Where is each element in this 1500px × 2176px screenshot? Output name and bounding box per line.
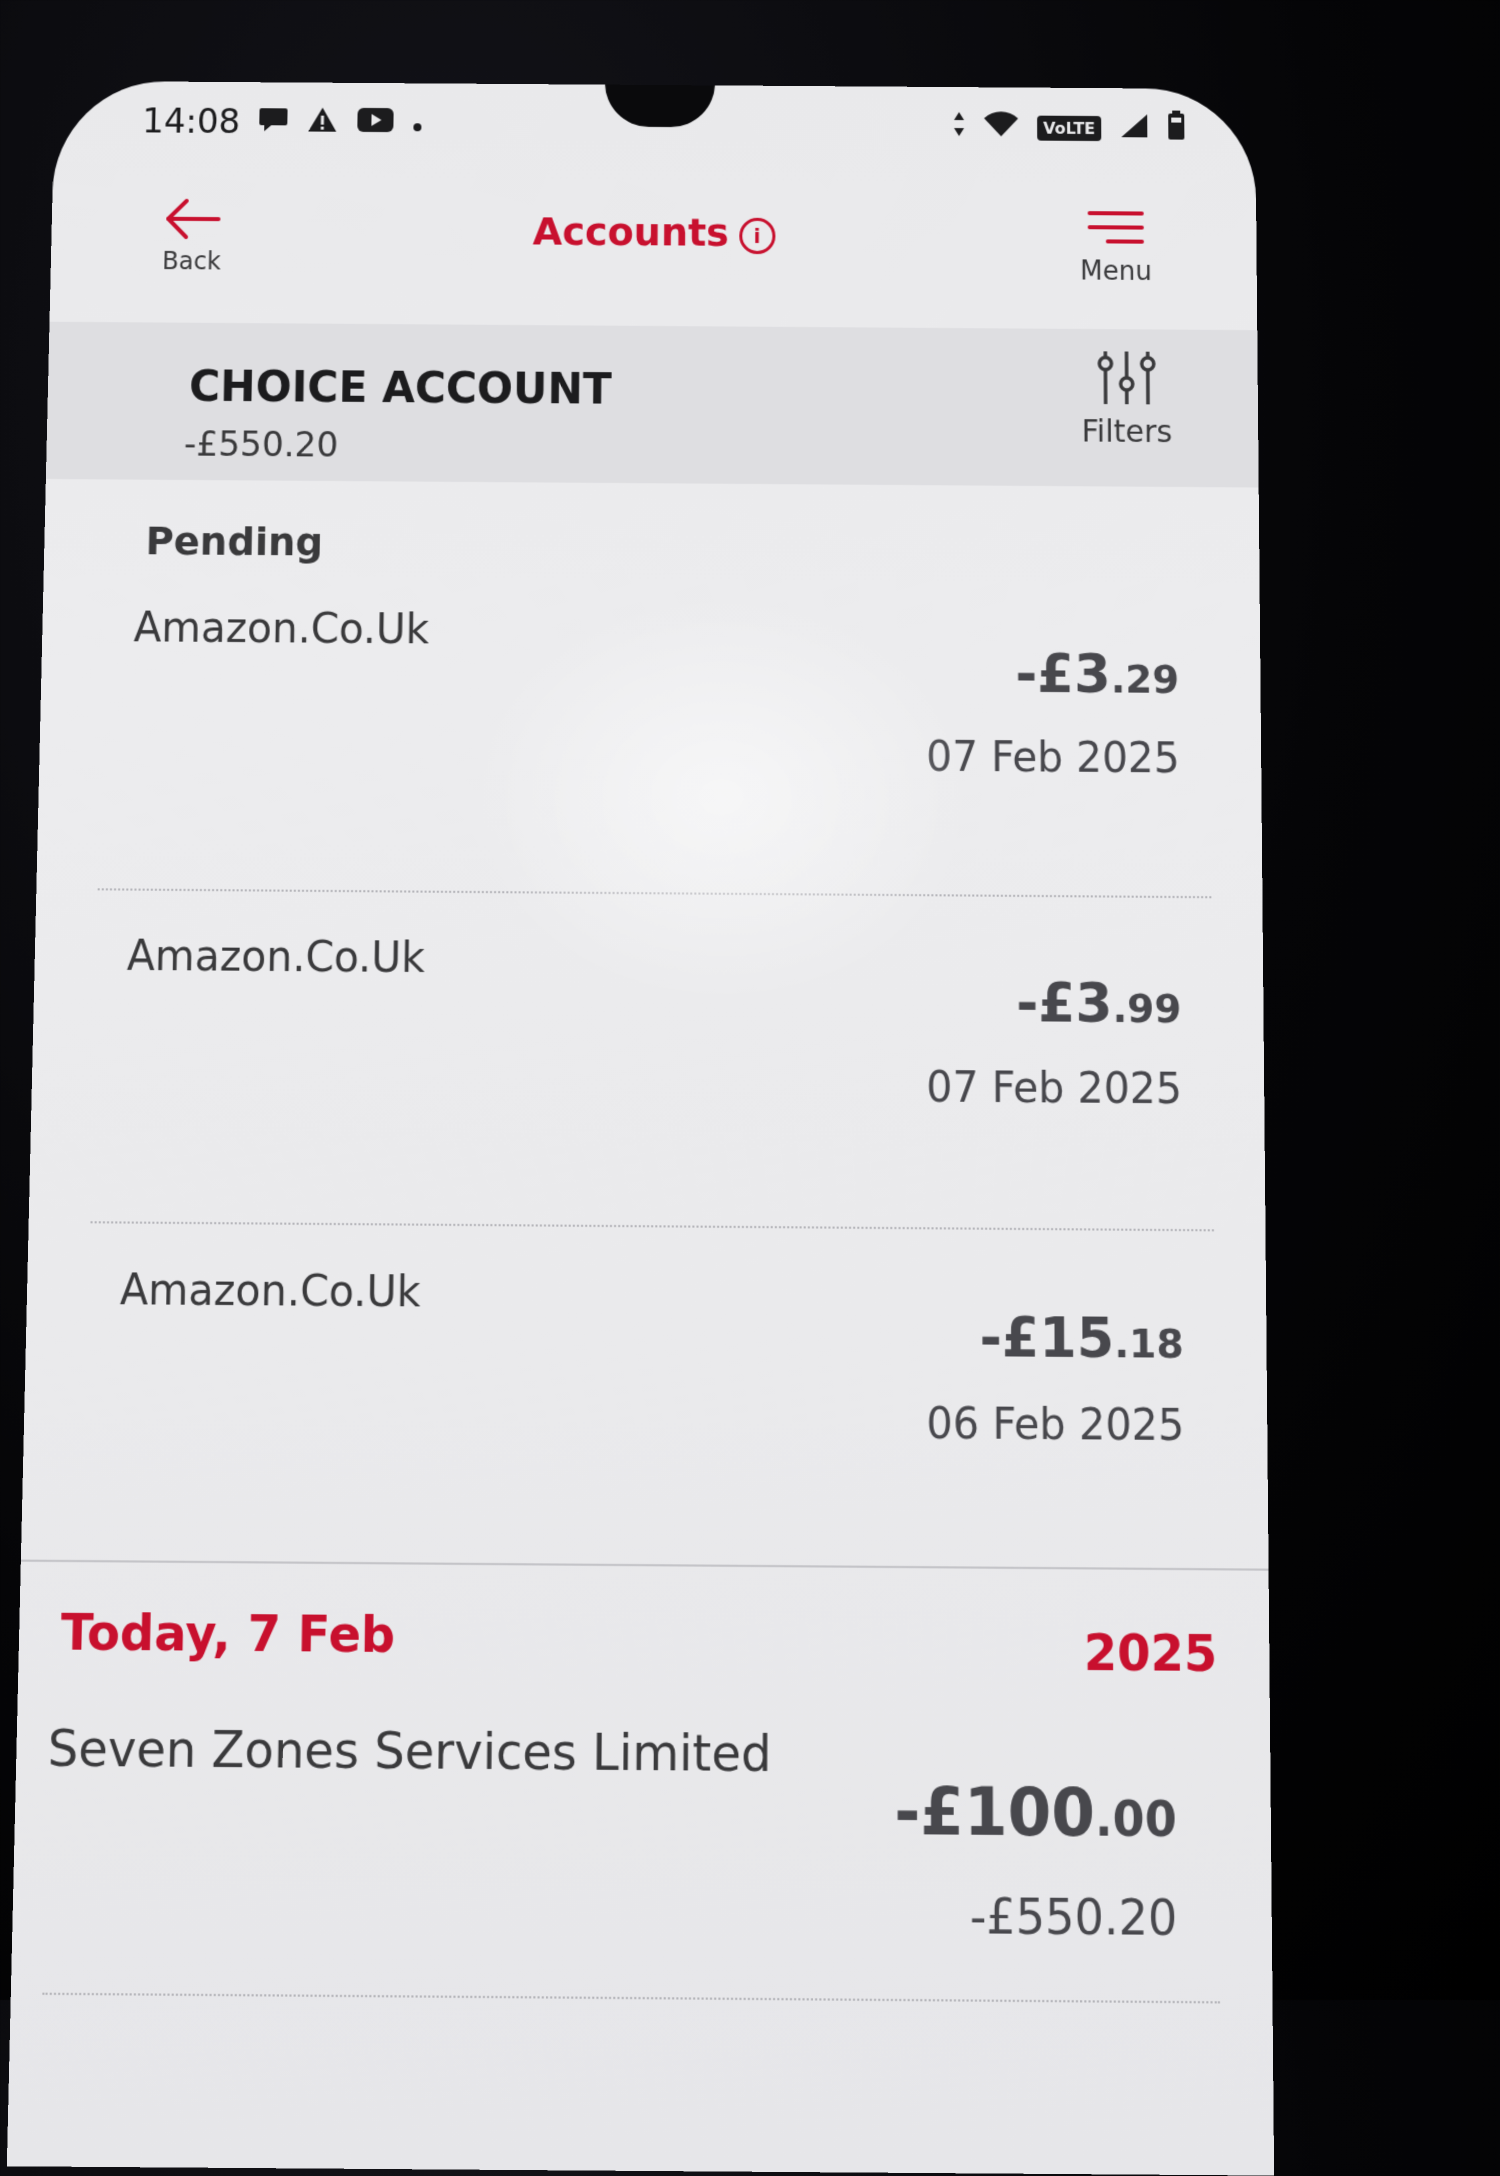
- phone-frame: 14:08 VoLTE Back Accounts i Menu CHOICE …: [7, 81, 1274, 2176]
- filters-button[interactable]: Filters: [1061, 349, 1193, 450]
- amount-main: -£3: [1016, 972, 1113, 1036]
- amount-pence: .29: [1111, 656, 1180, 702]
- transaction-amount: -£100.00: [894, 1774, 1177, 1853]
- merchant-name: Amazon.Co.Uk: [133, 604, 429, 653]
- merchant-name: Amazon.Co.Uk: [126, 932, 425, 982]
- menu-label: Menu: [1066, 256, 1167, 287]
- transactions-list: Pending Amazon.Co.Uk -£3.29 07 Feb 2025 …: [11, 479, 1273, 2004]
- chat-icon: [258, 105, 289, 139]
- date-section-label: Today, 7 Feb: [60, 1603, 395, 1664]
- account-name: CHOICE ACCOUNT: [189, 361, 612, 414]
- signal-icon: [1119, 112, 1149, 144]
- filters-icon: [1093, 391, 1160, 411]
- volte-badge: VoLTE: [1037, 115, 1101, 140]
- transaction-date: 06 Feb 2025: [926, 1400, 1184, 1451]
- transaction-date: 07 Feb 2025: [926, 1064, 1182, 1114]
- filters-label: Filters: [1061, 414, 1192, 450]
- transaction-row[interactable]: Amazon.Co.Uk -£15.18 06 Feb 2025: [83, 1223, 1216, 1568]
- battery-icon: [1167, 111, 1185, 147]
- amount-pence: .00: [1095, 1792, 1177, 1848]
- warning-icon: [306, 106, 339, 140]
- status-left: 14:08: [142, 101, 423, 143]
- info-icon[interactable]: i: [739, 217, 775, 253]
- menu-button[interactable]: Menu: [1066, 208, 1167, 287]
- transaction-amount: -£15.18: [980, 1306, 1184, 1371]
- wifi-icon: [983, 111, 1019, 143]
- transaction-amount: -£3.99: [1016, 972, 1182, 1036]
- pending-section: Pending Amazon.Co.Uk -£3.29 07 Feb 2025 …: [21, 479, 1269, 1569]
- page-title: Accounts: [533, 209, 730, 255]
- date-section-header: Today, 7 Feb 2025: [18, 1560, 1269, 1685]
- merchant-name: Amazon.Co.Uk: [120, 1266, 421, 1317]
- transaction-row[interactable]: Amazon.Co.Uk -£3.99 07 Feb 2025: [90, 890, 1213, 1231]
- dot-icon: [412, 108, 422, 138]
- running-balance: -£550.20: [970, 1889, 1178, 1947]
- transaction-row[interactable]: Amazon.Co.Uk -£3.29 07 Feb 2025: [98, 563, 1212, 898]
- menu-icon: [1086, 233, 1146, 253]
- amount-main: -£3: [1015, 643, 1111, 705]
- youtube-icon: [356, 107, 394, 139]
- status-bar: 14:08 VoLTE: [53, 81, 1256, 169]
- amount-main: -£100: [894, 1774, 1095, 1852]
- app-header: Back Accounts i Menu: [49, 176, 1257, 335]
- status-time: 14:08: [142, 101, 241, 142]
- app-screen: 14:08 VoLTE Back Accounts i Menu CHOICE …: [7, 81, 1274, 2176]
- transaction-amount: -£3.29: [1015, 643, 1179, 706]
- account-balance: -£550.20: [184, 424, 339, 466]
- amount-main: -£15: [980, 1306, 1115, 1371]
- transaction-row[interactable]: Seven Zones Services Limited -£100.00 -£…: [42, 1676, 1220, 2004]
- status-right: VoLTE: [953, 109, 1185, 147]
- amount-pence: .18: [1114, 1320, 1184, 1367]
- pending-title: Pending: [145, 518, 1259, 571]
- transaction-date: 07 Feb 2025: [926, 733, 1180, 782]
- account-summary: CHOICE ACCOUNT -£550.20 Filters: [46, 322, 1259, 488]
- merchant-name: Seven Zones Services Limited: [47, 1719, 771, 1783]
- amount-pence: .99: [1112, 985, 1181, 1032]
- date-section-year: 2025: [1084, 1623, 1218, 1682]
- data-arrows-icon: [953, 111, 965, 143]
